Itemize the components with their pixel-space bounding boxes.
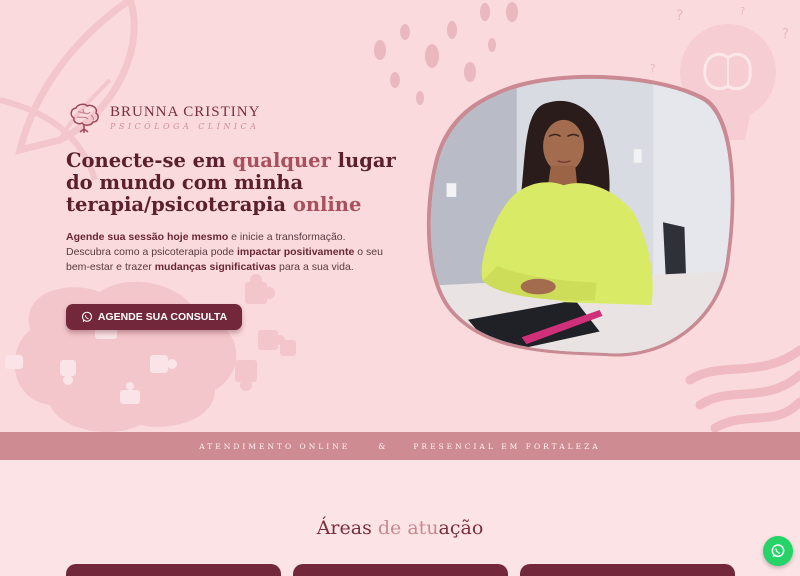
whatsapp-icon (81, 311, 92, 322)
service-presencial-label: PRESENCIAL EM FORTALEZA (413, 441, 601, 451)
whatsapp-float-button[interactable] (763, 536, 793, 566)
schedule-consultation-button[interactable]: AGENDE SUA CONSULTA (66, 304, 242, 330)
band-separator: & (378, 441, 386, 451)
areas-section-title: Áreas de atuação (0, 517, 800, 539)
svg-text:?: ? (782, 27, 789, 42)
area-card[interactable] (520, 564, 735, 576)
headline-highlight: online (292, 193, 362, 216)
brand-logo[interactable]: BRUNNA CRISTINY PSICÓLOGA CLÍNICA (66, 100, 260, 136)
cta-label: AGENDE SUA CONSULTA (97, 311, 228, 323)
svg-text:?: ? (740, 6, 745, 17)
brain-tree-icon (70, 103, 99, 133)
headline-part: Conecte-se em (66, 149, 233, 172)
lead-emphasis: Agende sua sessão hoje mesmo (66, 231, 229, 243)
area-card[interactable] (66, 564, 281, 576)
title-highlight: de atu (377, 517, 439, 539)
headline-highlight: qualquer (232, 149, 331, 172)
portrait-photo (426, 74, 735, 357)
lead-emphasis: impactar positivamente (237, 246, 355, 258)
title-part: ação (438, 517, 484, 539)
whatsapp-icon (771, 544, 785, 558)
lead-text: para a sua vida. (276, 261, 354, 273)
hero-description: Agende sua sessão hoje mesmo e inicie a … (66, 230, 386, 275)
hero-headline: Conecte-se em qualquer lugar do mundo co… (66, 150, 396, 216)
brand-subtitle: PSICÓLOGA CLÍNICA (110, 122, 260, 131)
lead-emphasis: mudanças significativas (154, 261, 277, 273)
service-online-label: ATENDIMENTO ONLINE (199, 441, 351, 451)
title-part: Áreas (316, 517, 378, 539)
service-modes-band: ATENDIMENTO ONLINE & PRESENCIAL EM FORTA… (0, 432, 800, 460)
area-card[interactable] (293, 564, 508, 576)
brand-name: BRUNNA CRISTINY (110, 104, 261, 120)
hero-section: ? ? ? ? BRUNNA CRISTINY PSICÓLOGA CLÍNIC… (0, 0, 800, 432)
svg-text:?: ? (676, 8, 683, 24)
